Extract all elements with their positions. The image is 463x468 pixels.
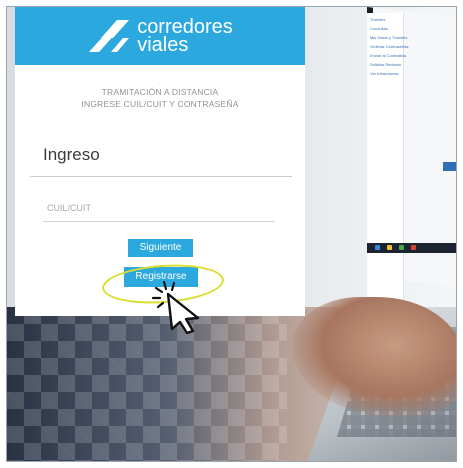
brand-name: corredores viales [137,17,233,56]
next-button[interactable]: Siguiente [128,239,193,257]
subtitle-line1: TRAMITACIÓN A DISTANCIA [101,87,219,97]
taskbar-icon [387,245,392,250]
checkered-shirt [7,307,287,461]
laptop-sidebar-item: Consultas [370,26,388,31]
cuil-input[interactable]: CUIL/CUIT [47,203,91,213]
click-cursor-icon [151,280,200,334]
laptop-sidebar-item: Mis Datos y Tramites [370,35,408,40]
laptop-sidebar-item: Tramites [370,17,386,22]
brand-logo: corredores viales [87,17,233,56]
divider [30,176,292,177]
laptop-sidebar: Tramites Consultas Mis Datos y Tramites … [367,13,409,343]
taskbar-icon [411,245,416,250]
taskbar-icon [399,245,404,250]
cuil-input-underline [43,221,275,222]
laptop-sidebar-item: Enviar al Contratista [370,53,407,58]
laptop-taskbar [367,243,456,253]
subtitle-line2: INGRESE CUIL/CUIT Y CONTRASEÑA [81,99,239,109]
laptop-sidebar-item: Ordenar Contraseñas [370,44,409,49]
taskbar-icon [375,245,380,250]
laptop-sidebar-item: Solicitar Reclamo [370,62,402,67]
card-subtitle: TRAMITACIÓN A DISTANCIA INGRESE CUIL/CUI… [15,86,305,110]
laptop-form-header [443,162,456,171]
laptop-sidebar-item: Ver Infracciones [370,71,399,76]
road-logo-icon [89,20,130,52]
brand-name-line2: viales [137,34,189,56]
login-heading: Ingreso [43,145,100,164]
card-header: corredores viales [15,7,305,65]
